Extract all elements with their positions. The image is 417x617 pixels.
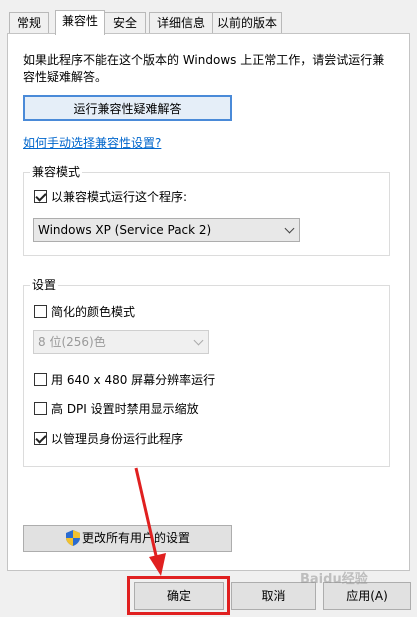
annotation-arrow-icon	[134, 467, 166, 576]
